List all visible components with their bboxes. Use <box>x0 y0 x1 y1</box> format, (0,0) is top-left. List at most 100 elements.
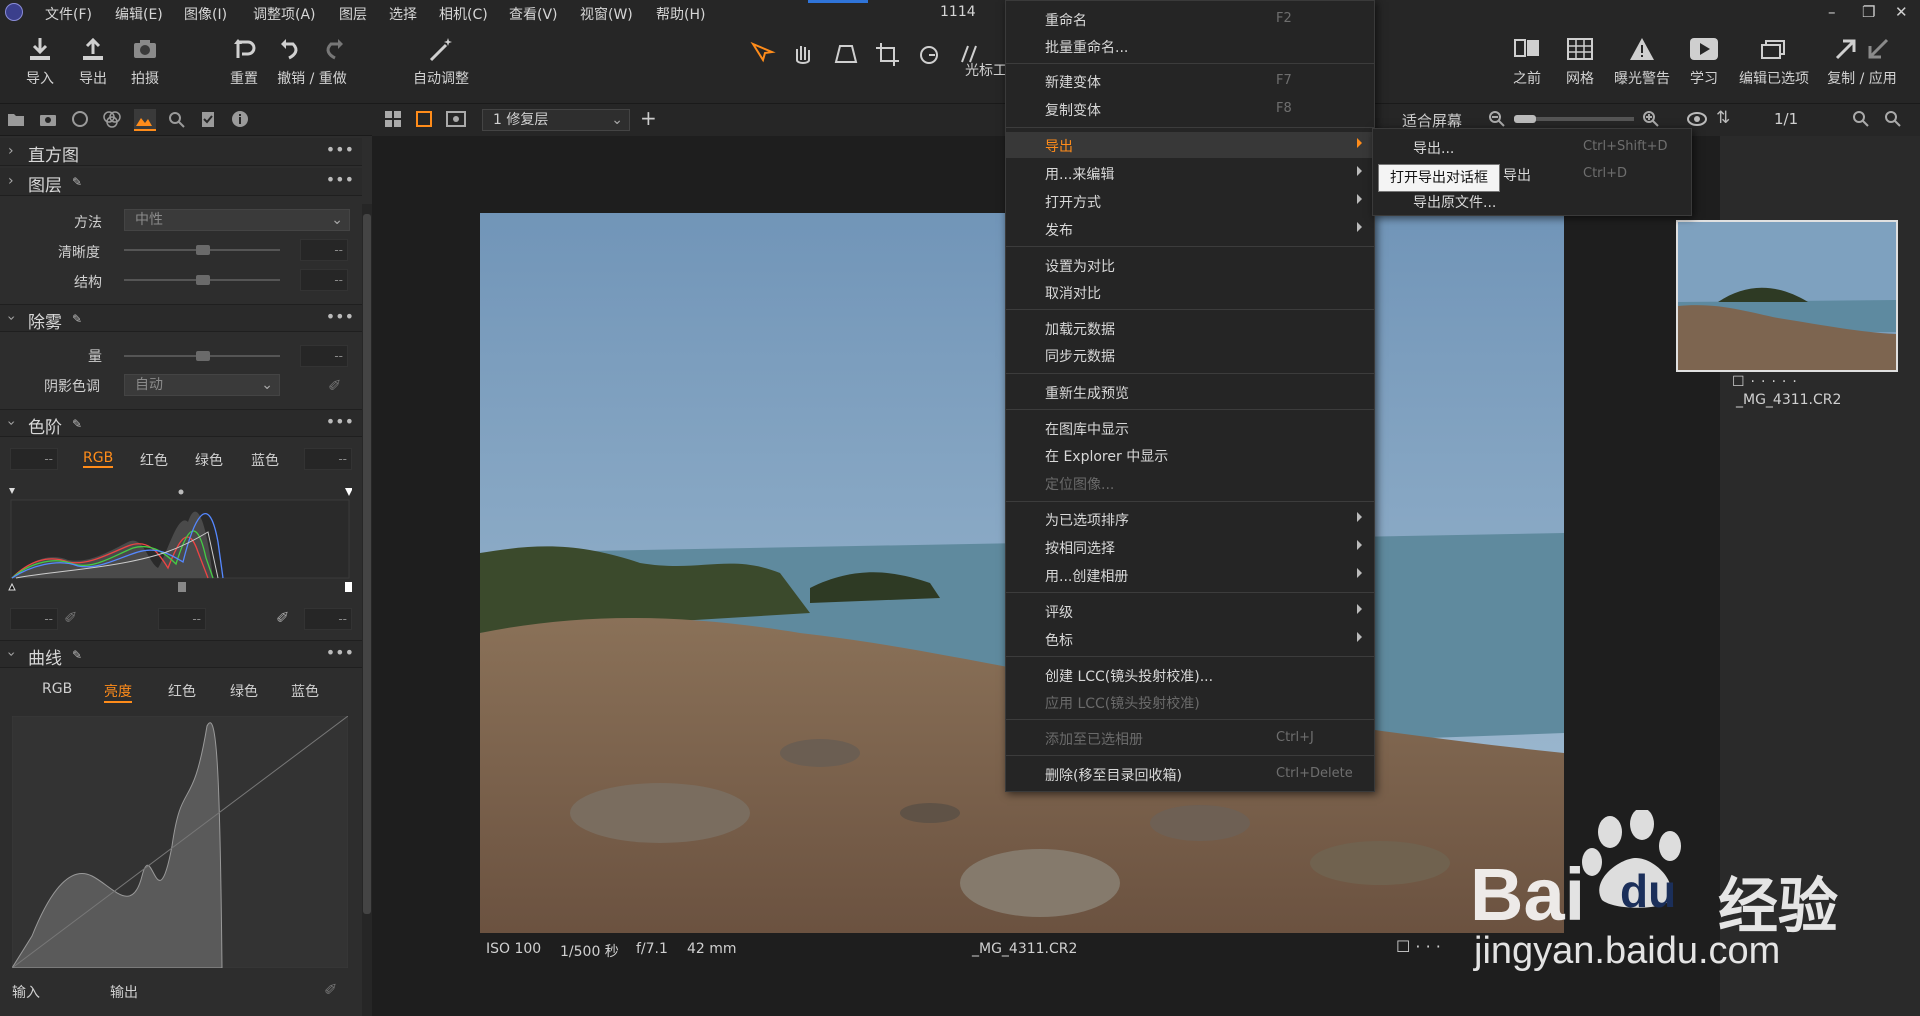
levels-input-low[interactable]: -- <box>10 448 58 470</box>
single-view-icon[interactable] <box>415 110 433 132</box>
levels-output-high[interactable]: -- <box>304 608 352 630</box>
rating-stars[interactable]: ☐ · · · <box>1396 937 1441 956</box>
library-tab-icon[interactable] <box>6 109 28 131</box>
eyedropper-icon[interactable]: ✐ <box>328 376 341 395</box>
levels-histogram[interactable] <box>8 482 352 598</box>
menu-file[interactable]: 文件(F) <box>45 4 92 24</box>
menu-layers[interactable]: 图层 <box>339 4 367 24</box>
eyedropper-black-icon[interactable]: ✐ <box>64 608 77 627</box>
histogram-section[interactable]: › 直方图 ••• <box>0 138 362 166</box>
menu-item-show-in-library[interactable]: 在图库中显示 <box>1006 415 1374 441</box>
shadow-tone-select[interactable]: 自动 ⌄ <box>124 374 280 396</box>
levels-output-low[interactable]: -- <box>10 608 58 630</box>
menu-item-open-with[interactable]: 打开方式 <box>1006 188 1374 214</box>
menu-item-show-in-explorer[interactable]: 在 Explorer 中显示 <box>1006 442 1374 468</box>
menu-item-load-metadata[interactable]: 加载元数据 <box>1006 315 1374 341</box>
maximize-icon[interactable]: ❐ <box>1862 3 1875 21</box>
crop-cursor-tool[interactable] <box>872 40 908 70</box>
undo-redo-button[interactable]: 撤销 / 重做 <box>272 36 352 100</box>
select-cursor-tool[interactable] <box>745 40 781 70</box>
exposure-tab-icon[interactable] <box>134 109 156 131</box>
metadata-tab-icon[interactable] <box>230 109 252 131</box>
menu-item-regenerate-preview[interactable]: 重新生成预览 <box>1006 379 1374 405</box>
clarity-knob[interactable] <box>196 245 210 255</box>
menu-item-edit-with[interactable]: 用...来编辑 <box>1006 160 1374 186</box>
copy-apply-button[interactable]: 复制 / 应用 <box>1822 36 1902 100</box>
curves-graph[interactable] <box>12 716 348 968</box>
minimize-icon[interactable]: – <box>1828 3 1836 21</box>
thumbnail-rating[interactable]: ☐····· <box>1732 374 1803 390</box>
submenu-item-export-dialog[interactable]: 导出... Ctrl+Shift+D <box>1373 134 1691 160</box>
reset-button[interactable]: 重置 <box>224 36 264 100</box>
exposure-warning-button[interactable]: 曝光警告 <box>1612 36 1672 100</box>
menu-item-rename[interactable]: 重命名 F2 <box>1006 6 1374 32</box>
rotate-cursor-tool[interactable] <box>914 40 950 70</box>
close-icon[interactable]: ✕ <box>1895 3 1908 21</box>
menu-item-new-variant[interactable]: 新建变体 F7 <box>1006 68 1374 94</box>
levels-tab-rgb[interactable]: RGB <box>83 450 114 468</box>
amount-value[interactable]: -- <box>300 345 348 367</box>
menu-item-create-lcc[interactable]: 创建 LCC(镜头投射校准)... <box>1006 662 1374 688</box>
curves-tab-red[interactable]: 红色 <box>168 681 196 701</box>
structure-knob[interactable] <box>196 275 210 285</box>
menu-item-color-tag[interactable]: 色标 <box>1006 626 1374 652</box>
add-icon[interactable]: + <box>640 106 657 130</box>
menu-item-sort-selected[interactable]: 为已选项排序 <box>1006 506 1374 532</box>
color-tab-icon[interactable] <box>102 109 124 131</box>
details-tab-icon[interactable] <box>166 109 188 131</box>
capture-button[interactable]: 拍摄 <box>125 36 165 100</box>
capture-tab-icon[interactable] <box>38 109 60 131</box>
import-button[interactable]: 导入 <box>20 36 60 100</box>
thumbnail-selected[interactable] <box>1676 220 1898 372</box>
learn-button[interactable]: 学习 <box>1684 36 1724 100</box>
search-icon[interactable] <box>1884 110 1902 132</box>
export-button[interactable]: 导出 <box>73 36 113 100</box>
menu-item-clone-variant[interactable]: 复制变体 F8 <box>1006 96 1374 122</box>
grid-view-icon[interactable] <box>384 110 402 132</box>
curves-section[interactable]: › 曲线 ✎ ••• <box>0 640 362 669</box>
curves-tab-luma[interactable]: 亮度 <box>104 681 132 703</box>
levels-tab-red[interactable]: 红色 <box>140 450 168 470</box>
lens-tab-icon[interactable] <box>70 109 92 131</box>
menu-window[interactable]: 视窗(W) <box>580 4 633 24</box>
clarity-value[interactable]: -- <box>300 239 348 261</box>
menu-item-export[interactable]: 导出 <box>1006 132 1374 158</box>
curves-tab-rgb[interactable]: RGB <box>42 681 72 697</box>
method-select[interactable]: 中性 ⌄ <box>124 209 350 231</box>
menu-image[interactable]: 图像(I) <box>184 4 227 24</box>
menu-item-sync-metadata[interactable]: 同步元数据 <box>1006 342 1374 368</box>
menu-select[interactable]: 选择 <box>389 4 417 24</box>
amount-knob[interactable] <box>196 351 210 361</box>
menu-item-rating[interactable]: 评级 <box>1006 598 1374 624</box>
menu-item-select-same[interactable]: 按相同选择 <box>1006 534 1374 560</box>
levels-tab-green[interactable]: 绿色 <box>195 450 223 470</box>
levels-section[interactable]: › 色阶 ✎ ••• <box>0 409 362 438</box>
preview-icon[interactable] <box>446 110 466 132</box>
curves-tab-blue[interactable]: 蓝色 <box>291 681 319 701</box>
variant-select[interactable]: 1 修复层 ⌄ <box>482 109 630 131</box>
more-icon[interactable]: ••• <box>326 412 354 431</box>
zoom-slider[interactable] <box>1514 115 1634 123</box>
more-icon[interactable]: ••• <box>326 307 354 326</box>
menu-help[interactable]: 帮助(H) <box>656 4 705 24</box>
eyedropper-icon[interactable]: ✐ <box>324 980 337 999</box>
more-icon[interactable]: ••• <box>326 643 354 662</box>
structure-value[interactable]: -- <box>300 269 348 291</box>
pan-cursor-tool[interactable] <box>788 40 824 70</box>
levels-midpoint[interactable]: -- <box>158 608 206 630</box>
menu-view[interactable]: 查看(V) <box>509 4 558 24</box>
more-icon[interactable]: ••• <box>326 170 354 189</box>
menu-item-delete[interactable]: 删除(移至目录回收箱) Ctrl+Delete <box>1006 761 1374 787</box>
menu-item-create-album[interactable]: 用...创建相册 <box>1006 562 1374 588</box>
levels-tab-blue[interactable]: 蓝色 <box>251 450 279 470</box>
grid-button[interactable]: 网格 <box>1560 36 1600 100</box>
eyedropper-white-icon[interactable]: ✐ <box>276 608 289 627</box>
sort-icon[interactable]: ⇅ <box>1716 108 1730 128</box>
before-button[interactable]: 之前 <box>1506 36 1548 100</box>
more-icon[interactable]: ••• <box>326 140 354 159</box>
dehaze-section[interactable]: › 除雾 ✎ ••• <box>0 304 362 333</box>
levels-input-high[interactable]: -- <box>304 448 352 470</box>
menu-item-set-compare[interactable]: 设置为对比 <box>1006 252 1374 278</box>
menu-camera[interactable]: 相机(C) <box>439 4 488 24</box>
zoom-icon[interactable] <box>1852 110 1870 132</box>
